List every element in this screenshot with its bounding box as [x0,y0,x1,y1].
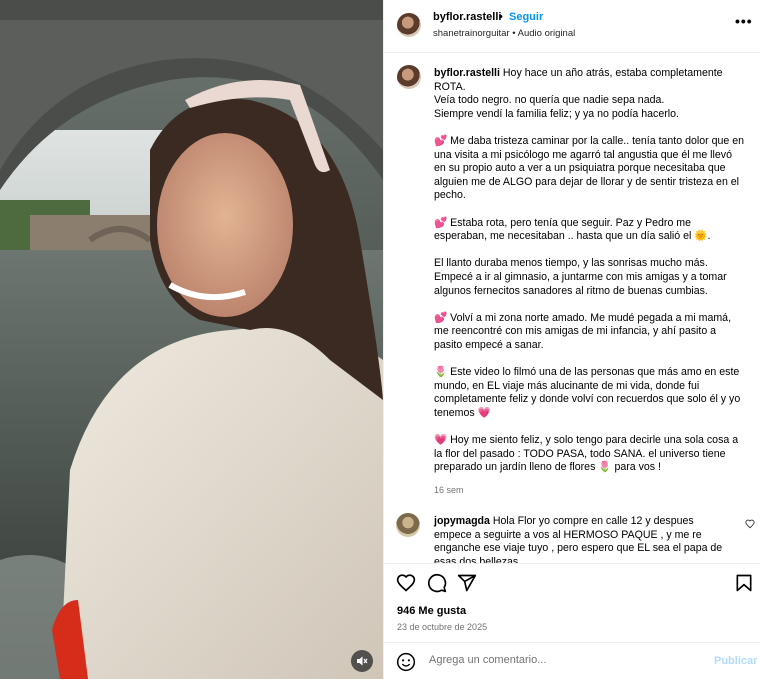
post-time[interactable]: 16 sem [434,484,744,498]
separator-dot: • [499,11,503,23]
action-bar [384,563,760,602]
small-heart-icon[interactable] [745,519,755,529]
emoji-icon[interactable] [396,652,416,672]
like-count[interactable]: 946 Me gusta [397,605,466,617]
comment-username[interactable]: jopymagda [434,515,490,527]
caption-paragraph: 💕 Volví a mi zona norte amado. Me mudé p… [434,311,732,351]
video-frame [0,0,383,679]
caption-paragraph: 💕 Me daba tristeza caminar por la calle.… [434,134,744,202]
caption-username[interactable]: byflor.rastelli [434,67,500,79]
post-media-video[interactable] [0,0,383,679]
caption-paragraph: 🌷 Este video lo filmó una de las persona… [434,366,741,419]
header-username[interactable]: byflor.rastelli [433,11,501,23]
post-details-panel: byflor.rastelli • Seguir shanetrainorgui… [383,0,760,679]
publish-button[interactable]: Publicar [714,655,757,667]
caption-avatar[interactable] [397,65,421,89]
caption-paragraph: 💕 Estaba rota, pero tenía que seguir. Pa… [434,216,711,243]
add-comment-bar: Publicar [384,642,760,680]
save-icon[interactable] [735,573,753,593]
more-options-icon[interactable]: ••• [735,13,753,29]
comment-input[interactable] [427,653,701,667]
comments-scroll-area[interactable]: byflor.rastelli Hoy hace un año atrás, e… [384,53,760,563]
share-icon[interactable] [457,573,477,593]
comment-text: jopymagda Hola Flor yo compre en calle 1… [434,515,723,563]
comment-avatar[interactable] [396,513,420,537]
avatar[interactable] [397,13,421,37]
post-date: 23 de octubre de 2025 [397,622,488,632]
caption-paragraph: byflor.rastelli Hoy hace un año atrás, e… [434,67,723,120]
like-icon[interactable] [396,573,416,593]
mute-button[interactable] [351,650,373,672]
caption-paragraph: El llanto duraba menos tiempo, y las son… [434,257,727,297]
audio-link[interactable]: shanetrainorguitar • Audio original [433,28,575,39]
post-header: byflor.rastelli • Seguir shanetrainorgui… [384,0,760,53]
follow-button[interactable]: Seguir [509,11,543,23]
comment-icon[interactable] [427,573,447,593]
mute-icon [357,656,368,666]
caption: byflor.rastelli Hoy hace un año atrás, e… [434,67,744,498]
caption-paragraph: 💗 Hoy me siento feliz, y solo tengo para… [434,434,739,474]
